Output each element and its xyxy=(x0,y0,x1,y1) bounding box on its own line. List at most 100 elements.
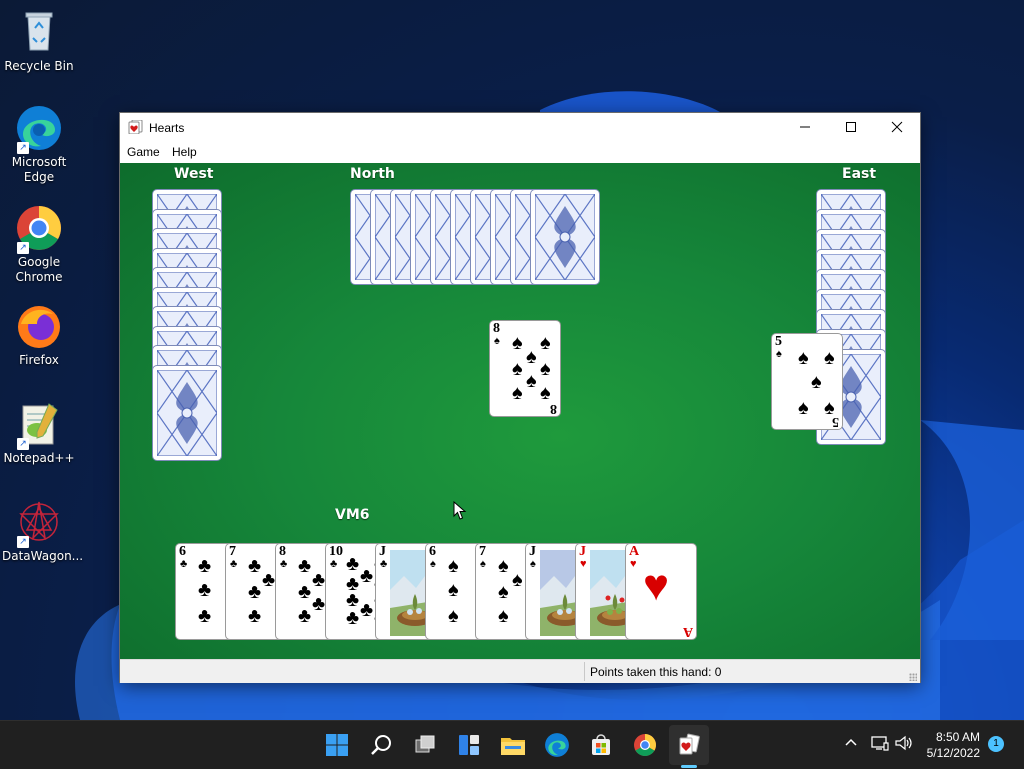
network-button[interactable] xyxy=(871,735,889,755)
points-status: Points taken this hand: 0 xyxy=(590,665,722,679)
spades-pip-icon: ♠ xyxy=(824,397,835,419)
maximize-button[interactable] xyxy=(828,113,874,141)
player-name-west: West xyxy=(174,166,214,182)
show-hidden-icons-button[interactable] xyxy=(844,735,858,753)
minimize-icon xyxy=(800,126,810,128)
clubs-pip-icon: ♣ xyxy=(298,605,312,627)
spades-pip-icon: ♠ xyxy=(798,397,809,419)
card-rank: 8 xyxy=(493,321,500,336)
spades-pip-icon: ♠ xyxy=(498,555,509,577)
clubs-pip-icon: ♣ xyxy=(298,555,312,577)
hearts-pip-icon: ♥ xyxy=(643,561,670,610)
clubs-pip-icon: ♣ xyxy=(312,569,326,591)
file-explorer-button[interactable] xyxy=(497,729,529,761)
network-icon xyxy=(871,736,889,751)
widgets-icon xyxy=(459,735,479,755)
clock-time: 8:50 AM xyxy=(935,730,980,744)
chrome-icon: ↗ xyxy=(15,204,63,254)
notification-badge[interactable]: 1 xyxy=(988,736,1004,752)
card-rank: J xyxy=(379,544,386,559)
desktop-icon-notepadpp[interactable]: ↗ Notepad++ xyxy=(2,400,76,466)
desktop-icon-datawagon[interactable]: ↗ DataWagon... xyxy=(2,498,83,564)
file-explorer-icon xyxy=(501,738,525,755)
spades-pip-icon: ♠ xyxy=(811,371,822,393)
desktop-icon-label: Firefox xyxy=(19,353,59,367)
edge-icon xyxy=(545,733,569,757)
volume-button[interactable] xyxy=(895,735,913,755)
shortcut-arrow-icon: ↗ xyxy=(17,438,29,450)
window-title: Hearts xyxy=(149,121,185,135)
desktop-icon-chrome[interactable]: ↗ Google Chrome xyxy=(2,204,76,285)
volume-icon xyxy=(895,735,912,751)
shortcut-arrow-icon: ↗ xyxy=(17,142,29,154)
card-rank: 8 xyxy=(279,544,286,559)
edge-taskbar-button[interactable] xyxy=(541,729,573,761)
chrome-taskbar-button[interactable] xyxy=(629,729,661,761)
card-rank: 6 xyxy=(179,544,186,559)
desktop-icon-label: Google Chrome xyxy=(15,255,63,284)
desktop-icon-label: Microsoft Edge xyxy=(11,155,67,184)
spades-suit-icon: ♠ xyxy=(530,558,536,570)
card-rank: J xyxy=(579,544,586,559)
card-back-north xyxy=(531,190,599,284)
card-rank: A xyxy=(629,544,640,559)
card-rank-bottom: 8 xyxy=(550,401,557,416)
hand-card[interactable]: A A ♥ ♥ xyxy=(626,544,696,639)
desktop-icon-recycle-bin[interactable]: Recycle Bin xyxy=(2,8,76,74)
card-rank: J xyxy=(529,544,536,559)
played-card-east: 5 5 ♠ ♠ ♠ ♠ ♠ ♠ xyxy=(772,334,842,429)
clubs-pip-icon: ♣ xyxy=(346,553,360,575)
widgets-button[interactable] xyxy=(453,729,485,761)
maximize-icon xyxy=(846,122,856,132)
close-icon xyxy=(891,121,903,133)
hearts-taskbar-button[interactable] xyxy=(673,729,705,761)
card-rank: 7 xyxy=(479,544,486,559)
spades-pip-icon: ♠ xyxy=(448,605,459,627)
minimize-button[interactable] xyxy=(782,113,828,141)
hearts-window: Hearts Game Help West North East VM6 8 8… xyxy=(120,113,920,683)
start-button[interactable] xyxy=(321,729,353,761)
task-view-button[interactable] xyxy=(409,729,441,761)
title-bar[interactable]: Hearts xyxy=(120,113,920,141)
menu-help[interactable]: Help xyxy=(172,145,197,159)
player-name-south: VM6 xyxy=(335,507,370,523)
chevron-up-icon xyxy=(845,738,857,746)
spades-pip-icon: ♠ xyxy=(540,332,551,354)
clubs-suit-icon: ♣ xyxy=(180,558,188,570)
menu-bar: Game Help xyxy=(120,141,920,163)
card-rank-bottom: A xyxy=(682,624,693,639)
spades-suit-icon: ♠ xyxy=(430,558,436,570)
store-button[interactable] xyxy=(585,729,617,761)
spades-pip-icon: ♠ xyxy=(512,382,523,404)
spades-pip-icon: ♠ xyxy=(512,332,523,354)
datawagon-icon: ↗ xyxy=(15,498,63,548)
clubs-pip-icon: ♣ xyxy=(298,581,312,603)
clubs-pip-icon: ♣ xyxy=(248,605,262,627)
menu-game[interactable]: Game xyxy=(127,145,160,159)
store-icon xyxy=(592,734,610,755)
game-table: West North East VM6 8 8 ♠ ♠ ♠ ♠ ♠ ♠ ♠ ♠ ♠ 5 5 ♠ ♠… xyxy=(120,163,920,659)
spades-pip-icon: ♠ xyxy=(540,358,551,380)
search-button[interactable] xyxy=(365,729,397,761)
resize-grip[interactable] xyxy=(909,673,917,681)
task-view-icon xyxy=(415,735,435,753)
system-clock[interactable]: 8:50 AM 5/12/2022 xyxy=(927,729,980,761)
spades-pip-icon: ♠ xyxy=(540,382,551,404)
player-name-east: East xyxy=(842,166,877,182)
player-name-north: North xyxy=(350,166,395,182)
clock-date: 5/12/2022 xyxy=(926,746,980,760)
spades-pip-icon: ♠ xyxy=(512,358,523,380)
clubs-suit-icon: ♣ xyxy=(280,558,288,570)
desktop-icon-firefox[interactable]: Firefox xyxy=(2,302,76,368)
shortcut-arrow-icon: ↗ xyxy=(17,536,29,548)
close-button[interactable] xyxy=(874,113,920,141)
card-rank: 6 xyxy=(429,544,436,559)
status-bar: Points taken this hand: 0 xyxy=(120,659,920,683)
recycle-bin-icon xyxy=(15,8,63,56)
hearts-suit-icon: ♥ xyxy=(630,558,637,570)
desktop-icon-edge[interactable]: ↗ Microsoft Edge xyxy=(2,104,76,185)
spades-pip-icon: ♠ xyxy=(798,347,809,369)
card-rank: 5 xyxy=(775,334,782,349)
hearts-icon xyxy=(679,733,700,755)
hearts-app-icon xyxy=(128,119,144,137)
